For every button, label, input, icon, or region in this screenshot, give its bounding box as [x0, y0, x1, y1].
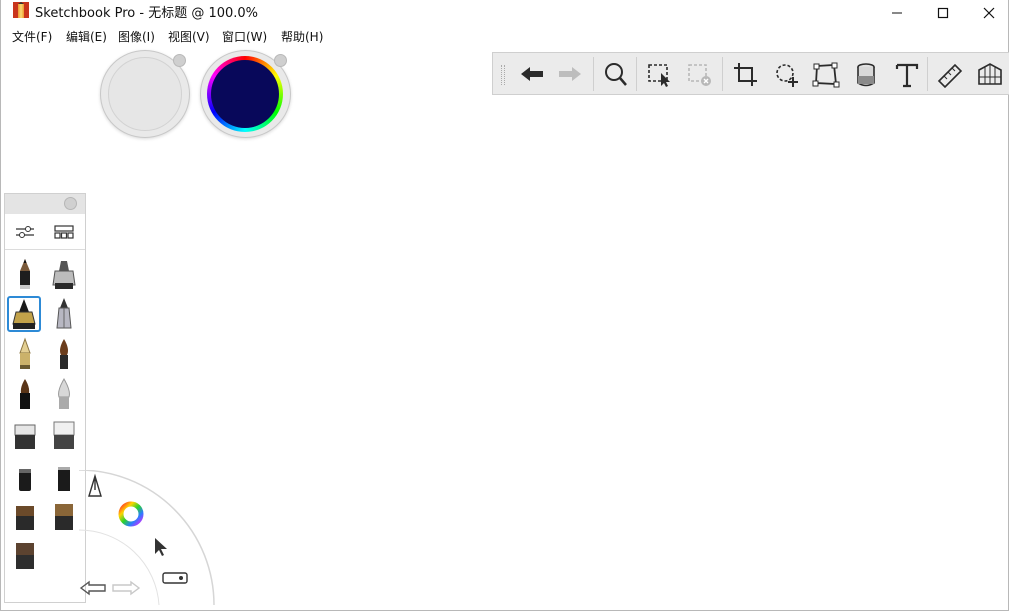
- round-brush[interactable]: [47, 337, 81, 373]
- zoom-button[interactable]: [595, 53, 633, 95]
- lagoon-toggle-ui-icon[interactable]: [162, 572, 188, 584]
- paint-bucket-icon: [857, 63, 875, 87]
- toolbar-separator: [593, 57, 594, 91]
- marker-brush[interactable]: [47, 257, 81, 293]
- broad-brush-icon: [16, 543, 34, 569]
- toolbar-separator: [636, 57, 637, 91]
- toolbar-separator: [722, 57, 723, 91]
- wide-brush-icon: [55, 504, 73, 530]
- lasso-add-icon: [776, 64, 798, 87]
- redo-icon: [559, 67, 581, 81]
- perspective-grid-icon: [978, 63, 1002, 85]
- select-button[interactable]: [639, 53, 677, 95]
- lagoon-pointer-icon[interactable]: [155, 538, 167, 556]
- menu-view[interactable]: 视图(V): [168, 28, 210, 45]
- round-brush-icon: [60, 339, 68, 369]
- selection-icon: [648, 64, 670, 87]
- lagoon-brush-icon[interactable]: [88, 473, 102, 497]
- palette-tool-row: [5, 214, 85, 250]
- technical-pen-icon: [56, 298, 72, 329]
- menu-help[interactable]: 帮助(H): [281, 28, 323, 45]
- transform-icon: [812, 62, 840, 88]
- soft-eraser-icon: [53, 421, 75, 449]
- toolbar-grip[interactable]: [501, 65, 505, 85]
- current-color-swatch: [211, 60, 279, 128]
- palette-handle[interactable]: [64, 197, 77, 210]
- calligraphy-icon: [20, 379, 30, 409]
- maximize-icon: [937, 7, 949, 19]
- clear-selection-icon: [688, 64, 711, 86]
- add-layer-button[interactable]: [766, 53, 804, 95]
- menu-file[interactable]: 文件(F): [12, 28, 52, 45]
- lagoon-undo-icon[interactable]: [79, 580, 106, 596]
- sketchbook-app-icon: [13, 2, 29, 18]
- lagoon-redo-icon[interactable]: [112, 580, 141, 596]
- flat-brush[interactable]: [8, 500, 42, 536]
- ruler-button[interactable]: [929, 53, 967, 95]
- inking-pen-brush[interactable]: [7, 296, 41, 332]
- brush-puck[interactable]: [100, 50, 190, 138]
- undo-button[interactable]: [511, 53, 549, 95]
- close-icon: [983, 7, 995, 19]
- wide-brush[interactable]: [47, 500, 81, 536]
- felt-pen-icon: [19, 469, 31, 491]
- puck-handle[interactable]: [173, 54, 186, 67]
- brush-library-icon[interactable]: [53, 222, 75, 242]
- window-title: Sketchbook Pro - 无标题 @ 100.0%: [35, 6, 259, 21]
- broad-brush[interactable]: [8, 539, 42, 575]
- main-toolbar: [492, 52, 1009, 95]
- pencil-icon: [20, 259, 30, 289]
- airbrush-brush[interactable]: [47, 377, 81, 413]
- app-window: Sketchbook Pro - 无标题 @ 100.0% 文件(F) 编辑(E…: [0, 0, 1009, 611]
- technical-pen-brush[interactable]: [47, 296, 81, 332]
- brush-size-opacity-circle: [108, 57, 182, 131]
- puck-handle[interactable]: [274, 54, 287, 67]
- zoom-icon: [605, 63, 627, 86]
- fountain-pen-icon: [19, 337, 31, 369]
- chisel-marker-brush[interactable]: [47, 461, 81, 497]
- perspective-button[interactable]: [969, 53, 1007, 95]
- soft-eraser-brush[interactable]: [47, 419, 81, 455]
- text-button[interactable]: [886, 53, 924, 95]
- text-icon: [895, 63, 919, 88]
- title-bar: Sketchbook Pro - 无标题 @ 100.0%: [1, 0, 1008, 24]
- palette-header[interactable]: [5, 194, 85, 214]
- menu-image[interactable]: 图像(I): [118, 28, 155, 45]
- flat-brush-icon: [16, 506, 34, 530]
- menu-edit[interactable]: 编辑(E): [66, 28, 107, 45]
- fountain-pen-brush[interactable]: [8, 337, 42, 373]
- lagoon-color-wheel-icon[interactable]: [118, 501, 144, 527]
- menu-window[interactable]: 窗口(W): [222, 28, 267, 45]
- hard-eraser-brush[interactable]: [8, 419, 42, 455]
- clear-selection-button[interactable]: [679, 53, 717, 95]
- color-puck[interactable]: [200, 50, 291, 138]
- maximize-button[interactable]: [920, 0, 966, 24]
- lagoon-menu: [79, 470, 215, 606]
- minimize-button[interactable]: [874, 0, 920, 24]
- brush-palette: [4, 193, 86, 603]
- redo-button[interactable]: [549, 53, 587, 95]
- inking-pen-icon: [12, 299, 36, 329]
- crop-icon: [734, 63, 757, 86]
- felt-pen-brush[interactable]: [8, 461, 42, 497]
- chisel-marker-icon: [58, 467, 70, 491]
- menu-bar: 文件(F) 编辑(E) 图像(I) 视图(V) 窗口(W) 帮助(H): [1, 25, 1008, 47]
- lagoon-inner-arc: [79, 529, 160, 606]
- airbrush-icon: [58, 378, 70, 409]
- toolbar-separator: [927, 57, 928, 91]
- close-button[interactable]: [966, 0, 1009, 24]
- brush-properties-icon[interactable]: [14, 222, 36, 242]
- fill-button[interactable]: [845, 53, 883, 95]
- marker-icon: [52, 261, 76, 289]
- minimize-icon: [892, 12, 902, 14]
- ruler-icon: [937, 63, 963, 88]
- transform-button[interactable]: [805, 53, 843, 95]
- crop-button[interactable]: [725, 53, 763, 95]
- undo-icon: [521, 67, 543, 81]
- pencil-brush[interactable]: [8, 257, 42, 293]
- calligraphy-brush[interactable]: [8, 377, 42, 413]
- eraser-icon: [14, 424, 36, 449]
